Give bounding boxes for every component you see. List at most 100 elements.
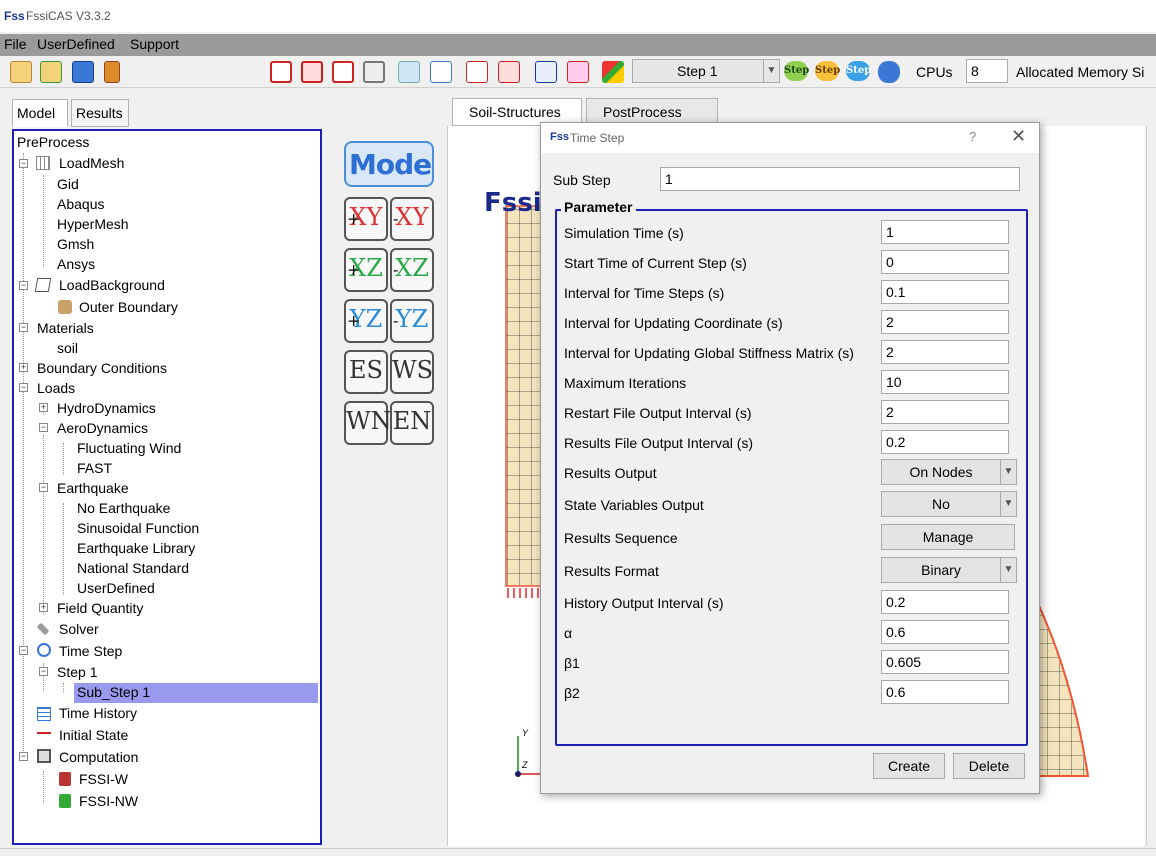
tree-fluctuating-wind[interactable]: Fluctuating Wind xyxy=(77,440,181,456)
step-run-button[interactable]: Step xyxy=(784,61,809,81)
tree-solver[interactable]: Solver xyxy=(59,621,99,637)
tree-hydrodynamics[interactable]: HydroDynamics xyxy=(57,400,156,416)
save-icon[interactable] xyxy=(72,61,94,83)
expand-icon[interactable]: + xyxy=(19,363,28,372)
tree-loadmesh[interactable]: LoadMesh xyxy=(59,155,124,171)
tree-materials[interactable]: Materials xyxy=(37,320,94,336)
tree-earthquake-library[interactable]: Earthquake Library xyxy=(77,540,195,556)
tree-fast[interactable]: FAST xyxy=(77,460,112,476)
mesh-element-icon[interactable] xyxy=(332,61,354,83)
view-plus-xy-button[interactable]: XY + xyxy=(344,197,388,241)
field-input[interactable]: 2 xyxy=(881,310,1009,334)
field-input[interactable]: 2 xyxy=(881,340,1009,364)
tree-earthquake[interactable]: Earthquake xyxy=(57,480,129,496)
tree-step1[interactable]: Step 1 xyxy=(57,664,97,680)
view-es-button[interactable]: ES xyxy=(344,350,388,394)
view-minus-xy-button[interactable]: XY - xyxy=(390,197,434,241)
results-output-select[interactable]: On Nodes ▼ xyxy=(881,459,1017,485)
tree-time-step[interactable]: Time Step xyxy=(59,643,122,659)
field-input[interactable]: 0.2 xyxy=(881,430,1009,454)
mesh-grid-icon[interactable] xyxy=(270,61,292,83)
delete-button[interactable]: Delete xyxy=(953,753,1025,779)
state-vars-select[interactable]: No ▼ xyxy=(881,491,1017,517)
help-node-icon[interactable] xyxy=(466,61,488,83)
expand-icon[interactable]: + xyxy=(39,403,48,412)
help-element-icon[interactable] xyxy=(498,61,520,83)
tree-national-standard[interactable]: National Standard xyxy=(77,560,189,576)
view-en-button[interactable]: EN xyxy=(390,401,434,445)
time-history-icon[interactable] xyxy=(430,61,452,83)
open-folder-icon[interactable] xyxy=(10,61,32,83)
collapse-icon[interactable]: − xyxy=(19,323,28,332)
tree-aerodynamics[interactable]: AeroDynamics xyxy=(57,420,148,436)
mode-button[interactable]: Mode xyxy=(344,141,434,187)
step-pause-button[interactable]: Step xyxy=(815,61,840,81)
collapse-icon[interactable]: − xyxy=(19,281,28,290)
field-input[interactable]: 0.6 xyxy=(881,680,1009,704)
new-folder-icon[interactable] xyxy=(40,61,62,83)
view-plus-xz-button[interactable]: XZ + xyxy=(344,248,388,292)
view-wn-button[interactable]: WN xyxy=(344,401,392,445)
collapse-icon[interactable]: − xyxy=(19,646,28,655)
field-input[interactable]: 0.2 xyxy=(881,590,1009,614)
tree-sinusoidal-function[interactable]: Sinusoidal Function xyxy=(77,520,199,536)
field-input[interactable]: 10 xyxy=(881,370,1009,394)
step-select[interactable]: Step 1 ▼ xyxy=(632,59,780,83)
field-input[interactable]: 1 xyxy=(881,220,1009,244)
collapse-icon[interactable]: − xyxy=(19,383,28,392)
tab-results[interactable]: Results xyxy=(71,99,129,127)
field-input[interactable]: 0.1 xyxy=(881,280,1009,304)
book-icon[interactable] xyxy=(104,61,120,83)
collapse-icon[interactable]: − xyxy=(39,483,48,492)
view-minus-yz-button[interactable]: YZ - xyxy=(390,299,434,343)
tree-time-history[interactable]: Time History xyxy=(59,705,137,721)
collapse-icon[interactable]: − xyxy=(19,752,28,761)
cloud-icon[interactable] xyxy=(878,61,900,83)
menu-file[interactable]: File xyxy=(4,36,27,52)
tree-outer-boundary[interactable]: Outer Boundary xyxy=(79,299,178,315)
view-plus-yz-button[interactable]: YZ + xyxy=(344,299,388,343)
cpus-input[interactable]: 8 xyxy=(966,59,1008,83)
view-minus-xz-button[interactable]: XZ - xyxy=(390,248,434,292)
results-format-select[interactable]: Binary ▼ xyxy=(881,557,1017,583)
cube-icon[interactable] xyxy=(363,61,385,83)
view-ws-button[interactable]: WS xyxy=(390,350,434,394)
menu-userdefined[interactable]: UserDefined xyxy=(37,36,115,52)
tree-loadbackground[interactable]: LoadBackground xyxy=(59,277,165,293)
sub-step-input[interactable]: 1 xyxy=(660,167,1020,191)
tree-userdefined[interactable]: UserDefined xyxy=(77,580,155,596)
tab-model[interactable]: Model xyxy=(12,99,68,127)
collapse-icon[interactable]: − xyxy=(39,667,48,676)
tree-computation[interactable]: Computation xyxy=(59,749,138,765)
tree-sub-step1[interactable]: Sub_Step 1 xyxy=(77,684,150,700)
tree-fssi-nw[interactable]: FSSI-NW xyxy=(79,793,138,809)
tree-soil[interactable]: soil xyxy=(57,340,78,356)
tree-ansys[interactable]: Ansys xyxy=(57,256,95,272)
tree-fssi-w[interactable]: FSSI-W xyxy=(79,771,128,787)
globe-icon[interactable] xyxy=(535,61,557,83)
field-input[interactable]: 2 xyxy=(881,400,1009,424)
collapse-icon[interactable]: − xyxy=(39,423,48,432)
viewport-scrollbar[interactable] xyxy=(1146,126,1156,846)
help-icon[interactable]: ? xyxy=(969,129,976,144)
step-next-button[interactable]: Step xyxy=(846,61,871,81)
tree-field-quantity[interactable]: Field Quantity xyxy=(57,600,143,616)
manage-button[interactable]: Manage xyxy=(881,524,1015,550)
expand-icon[interactable]: + xyxy=(39,603,48,612)
tree-hypermesh[interactable]: HyperMesh xyxy=(57,216,129,232)
tree-loads[interactable]: Loads xyxy=(37,380,75,396)
tree-gid[interactable]: Gid xyxy=(57,176,79,192)
tree-gmsh[interactable]: Gmsh xyxy=(57,236,94,252)
tree-no-earthquake[interactable]: No Earthquake xyxy=(77,500,170,516)
menu-support[interactable]: Support xyxy=(130,36,179,52)
tree-initial-state[interactable]: Initial State xyxy=(59,727,128,743)
boundary-icon[interactable] xyxy=(398,61,420,83)
tree-boundary-conditions[interactable]: Boundary Conditions xyxy=(37,360,167,376)
load-icon[interactable] xyxy=(567,61,589,83)
collapse-icon[interactable]: − xyxy=(19,159,28,168)
field-input[interactable]: 0.605 xyxy=(881,650,1009,674)
tree-abaqus[interactable]: Abaqus xyxy=(57,196,104,212)
color-palette-icon[interactable] xyxy=(602,61,624,83)
mesh-node-icon[interactable] xyxy=(301,61,323,83)
field-input[interactable]: 0 xyxy=(881,250,1009,274)
